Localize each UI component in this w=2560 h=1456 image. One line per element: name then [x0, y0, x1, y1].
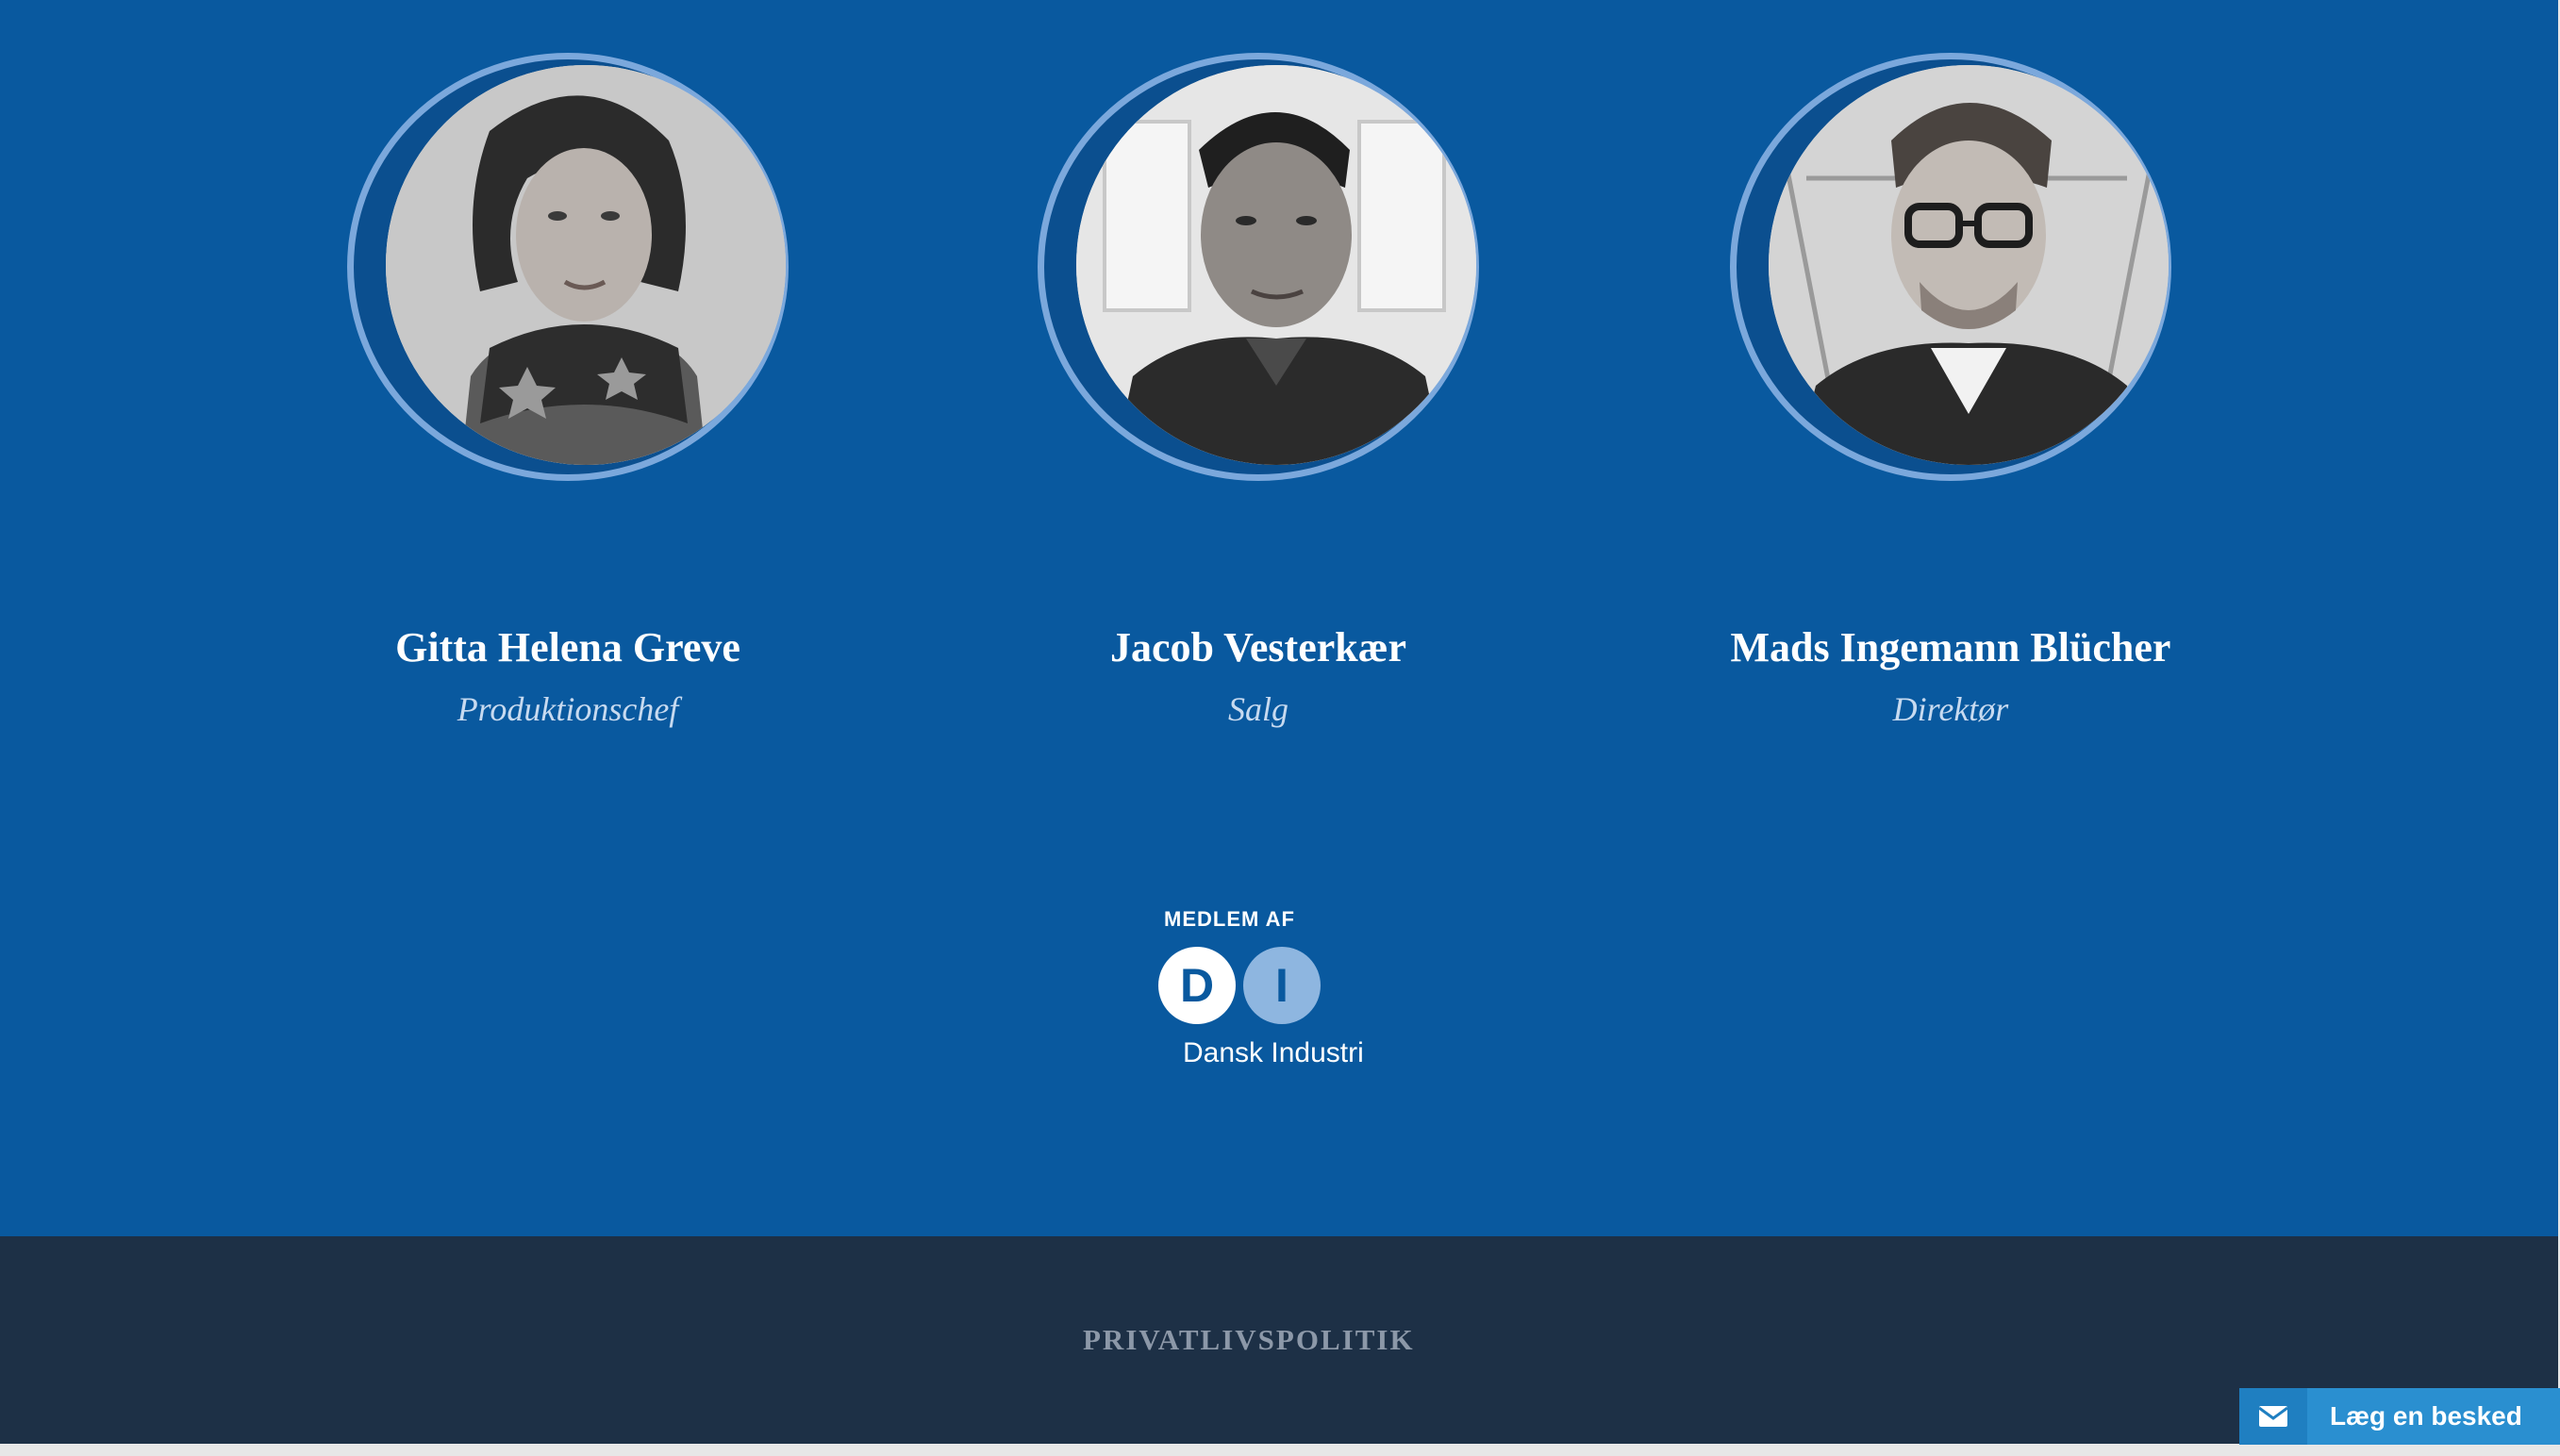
team-member-card: Mads Ingemann Blücher Direktør	[1705, 53, 2196, 730]
portrait-photo	[386, 65, 786, 465]
membership-block: MEDLEM AF D I Dansk Industri	[1158, 907, 1385, 1069]
member-name: Mads Ingemann Blücher	[1730, 624, 2171, 670]
membership-label: MEDLEM AF	[1164, 907, 1295, 931]
dansk-industri-logo[interactable]: D I	[1158, 947, 1385, 1026]
footer: PRIVATLIVSPOLITIK	[0, 1236, 2558, 1444]
team-section: Gitta Helena Greve Produktionschef Jacob…	[0, 0, 2558, 1236]
team-member-card: Gitta Helena Greve Produktionschef	[323, 53, 813, 730]
leave-message-label: Læg en besked	[2330, 1401, 2522, 1431]
team-member-card: Jacob Vesterkær Salg	[1013, 53, 1504, 730]
portrait-frame	[1038, 53, 1479, 481]
member-role: Produktionschef	[457, 690, 679, 728]
envelope-icon	[2239, 1388, 2307, 1445]
member-name: Jacob Vesterkær	[1109, 624, 1407, 670]
man-portrait-image	[1076, 65, 1476, 465]
leave-message-button[interactable]: Læg en besked	[2239, 1388, 2560, 1445]
member-role: Direktør	[1892, 690, 2009, 728]
team-grid: Gitta Helena Greve Produktionschef Jacob…	[0, 0, 2558, 811]
portrait-photo	[1076, 65, 1476, 465]
portrait-frame	[347, 53, 789, 481]
member-name: Gitta Helena Greve	[395, 624, 740, 670]
portrait-frame	[1730, 53, 2171, 481]
member-role: Salg	[1227, 690, 1288, 728]
page-bottom-edge	[0, 1444, 2560, 1456]
organization-name: Dansk Industri	[1183, 1037, 1364, 1068]
woman-portrait-image	[386, 65, 786, 465]
privacy-policy-link[interactable]: PRIVATLIVSPOLITIK	[1083, 1323, 1415, 1357]
man-with-glasses-portrait-image	[1769, 65, 2169, 465]
logo-letter-d: D	[1158, 947, 1236, 1024]
portrait-photo	[1769, 65, 2169, 465]
page: Gitta Helena Greve Produktionschef Jacob…	[0, 0, 2560, 1456]
logo-letter-i: I	[1243, 947, 1321, 1024]
